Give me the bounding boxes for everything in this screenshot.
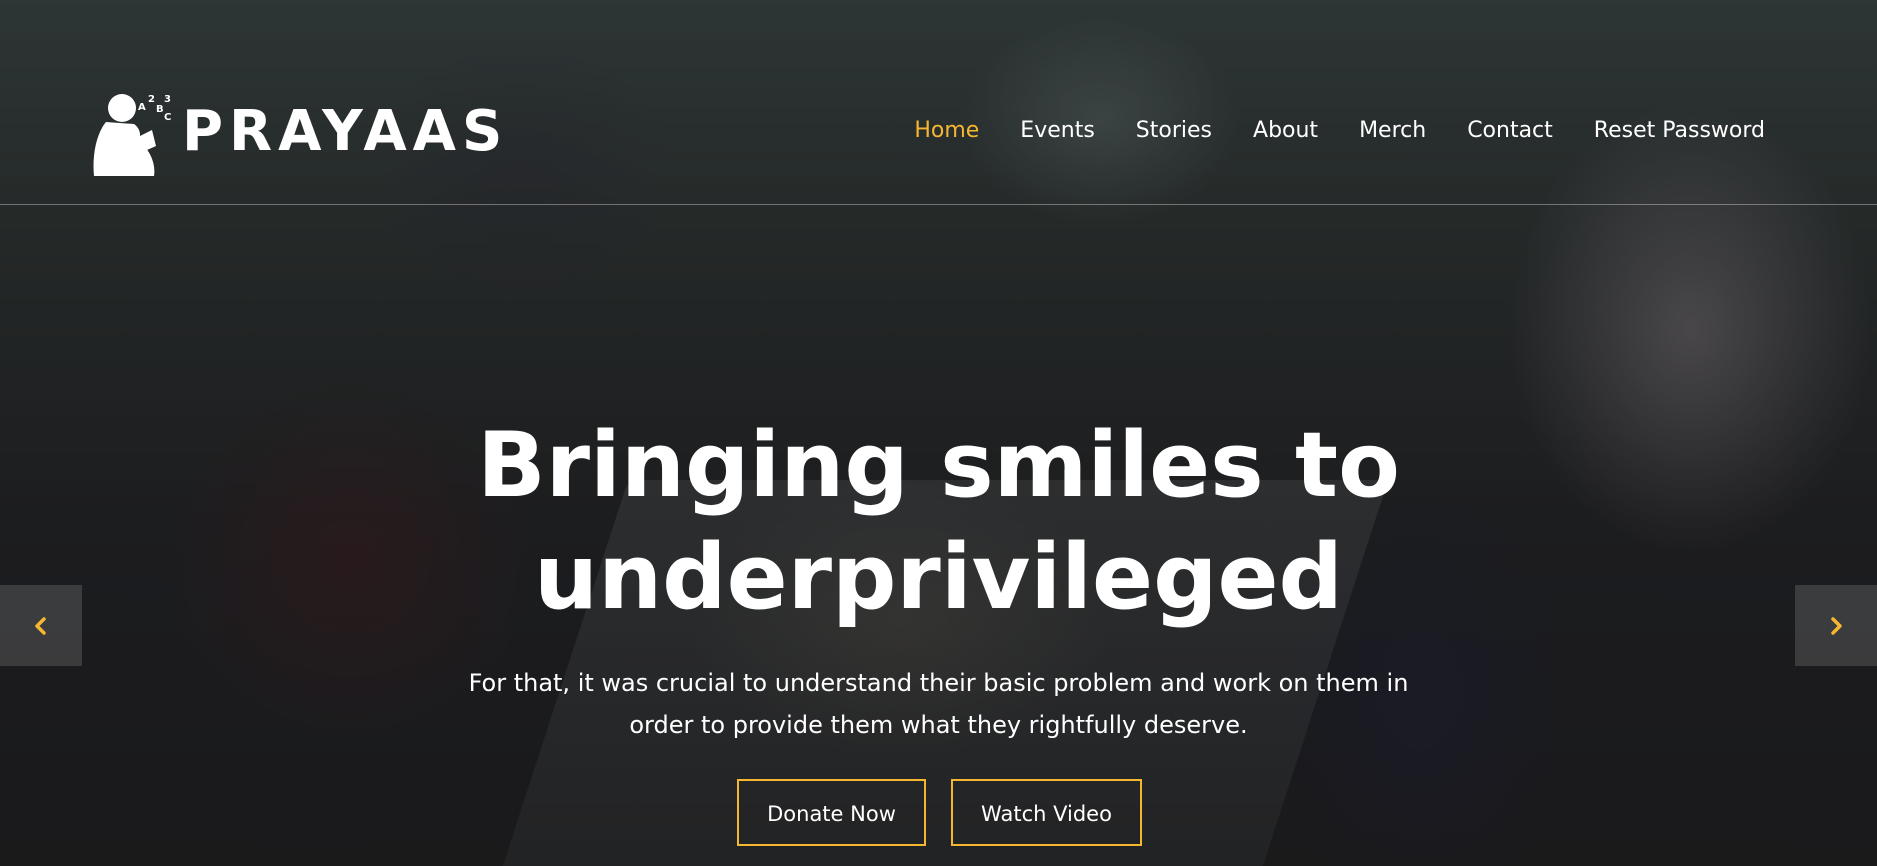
- logo-glyph: 2: [148, 94, 155, 105]
- carousel-next-button[interactable]: [1795, 585, 1877, 666]
- hero-title-line-1: Bringing smiles to: [477, 413, 1400, 518]
- site-logo[interactable]: A 2 B 3 C PRAYAAS: [92, 86, 508, 178]
- logo-glyph: A: [138, 102, 146, 113]
- nav-item-home[interactable]: Home: [914, 118, 979, 143]
- logo-glyph: C: [164, 112, 171, 123]
- carousel-prev-button[interactable]: [0, 585, 82, 666]
- site-header: A 2 B 3 C PRAYAAS Home Events Stories Ab…: [0, 0, 1877, 205]
- watch-video-button[interactable]: Watch Video: [951, 779, 1142, 846]
- nav-item-about[interactable]: About: [1253, 118, 1318, 143]
- hero-title-line-2: underprivileged: [534, 525, 1343, 630]
- nav-item-contact[interactable]: Contact: [1467, 118, 1553, 143]
- logo-glyph: B: [156, 104, 164, 115]
- child-reading-with-letters-icon: A 2 B 3 C: [93, 94, 171, 176]
- chevron-left-icon: [35, 616, 46, 635]
- hero-subtitle: For that, it was crucial to understand t…: [468, 669, 1409, 739]
- main-nav: Home Events Stories About Merch Contact …: [873, 118, 1765, 143]
- nav-item-reset-password[interactable]: Reset Password: [1594, 118, 1765, 143]
- brand-name: PRAYAAS: [182, 99, 509, 164]
- hero-title: Bringing smiles to underprivileged: [0, 410, 1877, 634]
- nav-item-stories[interactable]: Stories: [1136, 118, 1212, 143]
- chevron-right-icon: [1831, 616, 1842, 635]
- hero-carousel: A 2 B 3 C PRAYAAS Home Events Stories Ab…: [0, 0, 1877, 866]
- donate-now-button[interactable]: Donate Now: [737, 779, 926, 846]
- nav-item-events[interactable]: Events: [1020, 118, 1095, 143]
- logo-glyph: 3: [164, 94, 171, 105]
- nav-item-merch[interactable]: Merch: [1359, 118, 1426, 143]
